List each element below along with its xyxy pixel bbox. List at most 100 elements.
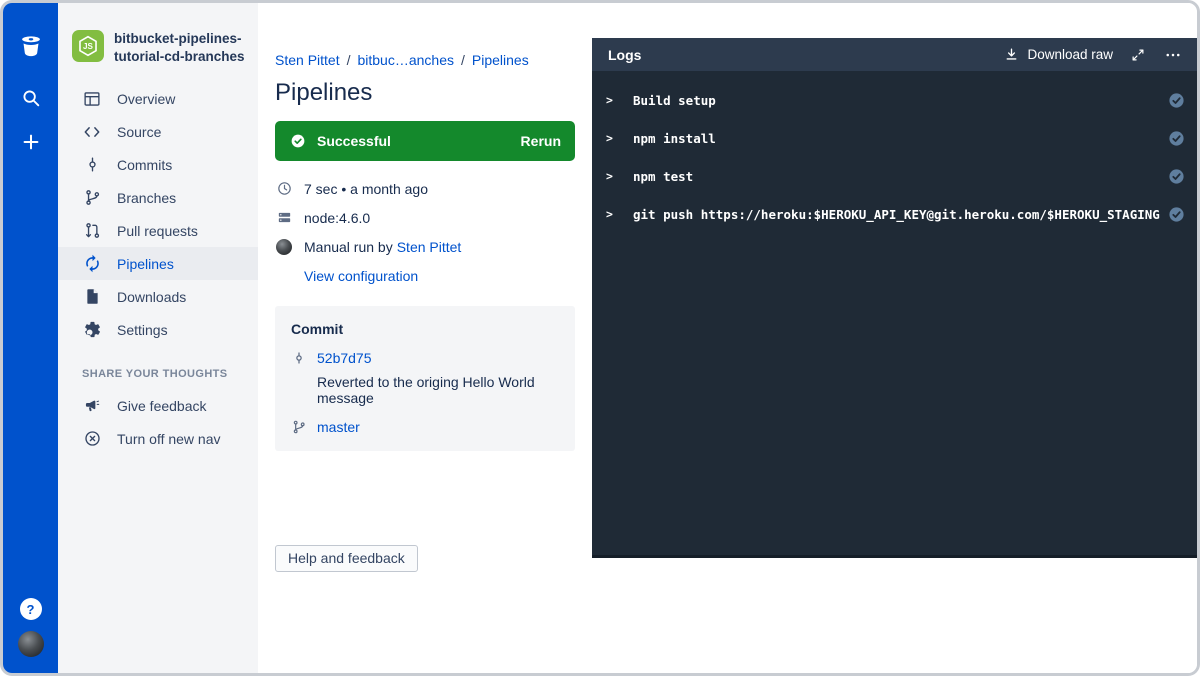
expand-fullscreen-icon[interactable] xyxy=(1128,45,1148,65)
branches-icon xyxy=(82,188,102,208)
step-success-check-icon xyxy=(1168,92,1185,109)
build-image-row: node:4.6.0 xyxy=(275,203,575,232)
sidebar-item-label: Downloads xyxy=(117,289,186,305)
repo-name: bitbucket-pipelines-tutorial-cd-branches xyxy=(114,30,246,66)
log-command: npm test xyxy=(633,169,1160,184)
sidebar-item-commits[interactable]: Commits xyxy=(58,148,258,181)
create-icon[interactable] xyxy=(18,129,44,155)
chevron-right-icon: > xyxy=(606,131,618,145)
sidebar-item-label: Pipelines xyxy=(117,256,174,272)
download-raw-label: Download raw xyxy=(1027,47,1113,62)
step-success-check-icon xyxy=(1168,130,1185,147)
logs-title: Logs xyxy=(608,47,641,63)
sidebar-item-settings[interactable]: Settings xyxy=(58,313,258,346)
rerun-button[interactable]: Rerun xyxy=(521,133,561,149)
sidebar-item-label: Give feedback xyxy=(117,398,207,414)
log-step-build-setup[interactable]: > Build setup xyxy=(606,81,1185,119)
breadcrumb-separator: / xyxy=(340,52,358,68)
manual-run-text: Manual run bySten Pittet xyxy=(304,239,461,255)
megaphone-icon xyxy=(82,396,102,416)
log-step-git-push[interactable]: > git push https://heroku:$HEROKU_API_KE… xyxy=(606,195,1185,233)
duration-row: 7 sec • a month ago xyxy=(275,174,575,203)
breadcrumb-separator: / xyxy=(454,52,472,68)
branch-link[interactable]: master xyxy=(317,419,360,435)
repo-avatar-nodejs-icon: JS xyxy=(72,30,104,62)
sidebar-item-label: Branches xyxy=(117,190,176,206)
pull-requests-icon xyxy=(82,221,102,241)
branch-icon xyxy=(291,419,307,435)
commit-card: Commit 52b7d75 Reverted to the origing H… xyxy=(275,306,575,451)
runner-avatar xyxy=(275,238,293,256)
sidebar: JS bitbucket-pipelines-tutorial-cd-branc… xyxy=(58,3,258,673)
help-and-feedback-button[interactable]: Help and feedback xyxy=(275,545,418,572)
sidebar-item-turn-off-new-nav[interactable]: Turn off new nav xyxy=(58,422,258,455)
sidebar-item-source[interactable]: Source xyxy=(58,115,258,148)
container-image-icon xyxy=(275,209,293,227)
repo-header[interactable]: JS bitbucket-pipelines-tutorial-cd-branc… xyxy=(58,30,258,66)
sidebar-item-pull-requests[interactable]: Pull requests xyxy=(58,214,258,247)
sidebar-item-downloads[interactable]: Downloads xyxy=(58,280,258,313)
chevron-right-icon: > xyxy=(606,207,618,221)
clock-icon xyxy=(275,180,293,198)
sidebar-section-label: SHARE YOUR THOUGHTS xyxy=(82,368,258,380)
global-nav-rail: ? xyxy=(3,3,58,673)
settings-gear-icon xyxy=(82,320,102,340)
commits-icon xyxy=(82,155,102,175)
sidebar-item-give-feedback[interactable]: Give feedback xyxy=(58,389,258,422)
sidebar-item-label: Pull requests xyxy=(117,223,198,239)
sidebar-item-label: Settings xyxy=(117,322,168,338)
view-configuration-link[interactable]: View configuration xyxy=(304,268,418,284)
search-icon[interactable] xyxy=(18,85,44,111)
log-command: git push https://heroku:$HEROKU_API_KEY@… xyxy=(633,207,1160,222)
svg-text:JS: JS xyxy=(83,42,94,51)
more-options-icon[interactable] xyxy=(1163,45,1183,65)
sidebar-item-label: Turn off new nav xyxy=(117,431,221,447)
pipeline-summary-column: Sten Pittet/bitbuc…anches/Pipelines Pipe… xyxy=(275,3,575,572)
sidebar-item-label: Overview xyxy=(117,91,175,107)
breadcrumb-pipelines-link[interactable]: Pipelines xyxy=(472,52,529,68)
commit-heading: Commit xyxy=(291,321,559,337)
status-banner: Successful Rerun xyxy=(275,121,575,161)
breadcrumb: Sten Pittet/bitbuc…anches/Pipelines xyxy=(275,52,575,68)
sidebar-item-overview[interactable]: Overview xyxy=(58,82,258,115)
profile-avatar[interactable] xyxy=(18,631,44,657)
commit-icon xyxy=(291,350,307,366)
download-raw-button[interactable]: Download raw xyxy=(1003,46,1113,63)
log-step-npm-test[interactable]: > npm test xyxy=(606,157,1185,195)
downloads-icon xyxy=(82,287,102,307)
logs-body: > Build setup > npm install > npm test xyxy=(592,71,1197,233)
view-configuration-row: View configuration xyxy=(275,261,575,290)
duration-text: 7 sec • a month ago xyxy=(304,181,428,197)
bitbucket-logo-icon[interactable] xyxy=(18,33,44,59)
app-window: ? JS bitbucket-pipelines-tutorial-cd-bra… xyxy=(0,0,1200,676)
breadcrumb-repo-link[interactable]: bitbuc…anches xyxy=(357,52,454,68)
commit-branch-row: master xyxy=(291,419,559,435)
step-success-check-icon xyxy=(1168,168,1185,185)
source-icon xyxy=(82,122,102,142)
manual-run-row: Manual run bySten Pittet xyxy=(275,232,575,261)
sidebar-item-label: Source xyxy=(117,124,161,140)
pipeline-meta: 7 sec • a month ago node:4.6.0 Manual ru… xyxy=(275,174,575,290)
sidebar-item-label: Commits xyxy=(117,157,172,173)
logs-actions: Download raw xyxy=(1003,45,1183,65)
success-check-icon xyxy=(289,132,307,150)
status-label: Successful xyxy=(317,133,391,149)
commit-message: Reverted to the origing Hello World mess… xyxy=(317,374,559,406)
sidebar-item-pipelines[interactable]: Pipelines xyxy=(58,247,258,280)
log-step-npm-install[interactable]: > npm install xyxy=(606,119,1185,157)
pipelines-icon xyxy=(82,254,102,274)
chevron-right-icon: > xyxy=(606,93,618,107)
commit-hash-link[interactable]: 52b7d75 xyxy=(317,350,372,366)
log-command: npm install xyxy=(633,131,1160,146)
run-user-link[interactable]: Sten Pittet xyxy=(397,239,462,255)
help-icon[interactable]: ? xyxy=(20,598,42,620)
manual-run-prefix: Manual run by xyxy=(304,239,393,255)
main-content: Sten Pittet/bitbuc…anches/Pipelines Pipe… xyxy=(258,3,1197,673)
logs-header: Logs Download raw xyxy=(592,38,1197,71)
breadcrumb-user-link[interactable]: Sten Pittet xyxy=(275,52,340,68)
step-success-check-icon xyxy=(1168,206,1185,223)
sidebar-item-branches[interactable]: Branches xyxy=(58,181,258,214)
page-title: Pipelines xyxy=(275,79,575,107)
chevron-right-icon: > xyxy=(606,169,618,183)
turn-off-icon xyxy=(82,429,102,449)
